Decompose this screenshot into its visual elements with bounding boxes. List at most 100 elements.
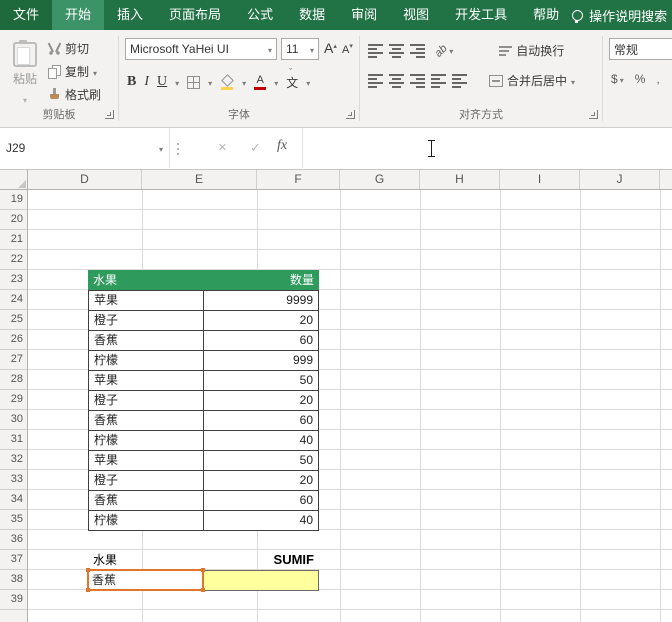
qty-cell[interactable]: 20 [204, 311, 319, 331]
qty-cell[interactable]: 20 [204, 471, 319, 491]
row-header-32[interactable]: 32 [0, 450, 27, 470]
qty-cell[interactable]: 9999 [204, 291, 319, 311]
row-header-25[interactable]: 25 [0, 310, 27, 330]
criteria-label-cell[interactable]: 水果 [88, 550, 203, 570]
align-top-icon[interactable] [368, 44, 383, 58]
font-name-combo[interactable]: Microsoft YaHei UI [125, 38, 277, 60]
criteria-value-cell[interactable]: 香蕉 [87, 569, 204, 591]
sumif-header-cell[interactable]: SUMIF [203, 550, 319, 570]
formula-input[interactable] [302, 128, 672, 168]
row-header-21[interactable]: 21 [0, 230, 27, 250]
align-center-icon[interactable] [389, 74, 404, 88]
row-header-31[interactable]: 31 [0, 430, 27, 450]
row-header-22[interactable]: 22 [0, 250, 27, 270]
phonetic-guide-icon[interactable]: 文 [286, 74, 298, 91]
fruit-cell[interactable]: 香蕉 [89, 491, 204, 511]
row-header-26[interactable]: 26 [0, 330, 27, 350]
fruit-cell[interactable]: 柠檬 [89, 511, 204, 531]
clipboard-dialog-launcher-icon[interactable] [105, 110, 114, 119]
row-header-33[interactable]: 33 [0, 470, 27, 490]
qty-cell[interactable]: 40 [204, 511, 319, 531]
fruit-cell[interactable]: 苹果 [89, 291, 204, 311]
row-header-29[interactable]: 29 [0, 390, 27, 410]
row-header-38[interactable]: 38 [0, 570, 27, 590]
col-header-partial[interactable] [660, 170, 672, 189]
cells-area[interactable]: 水果 数量 苹果9999橙子20香蕉60柠檬999苹果50橙子20香蕉60柠檬4… [28, 190, 672, 622]
fruit-cell[interactable]: 橙子 [89, 471, 204, 491]
orientation-button[interactable]: ab [435, 45, 453, 57]
align-bottom-icon[interactable] [410, 44, 425, 58]
fruit-cell[interactable]: 橙子 [89, 311, 204, 331]
ribbon-tab-开发工具[interactable]: 开发工具 [442, 0, 520, 30]
italic-button[interactable]: I [144, 74, 149, 90]
row-header-19[interactable]: 19 [0, 190, 27, 210]
percent-style-button[interactable]: % [635, 72, 646, 86]
select-all-corner[interactable] [0, 170, 28, 190]
row-header-23[interactable]: 23 [0, 270, 27, 290]
row-header-24[interactable]: 24 [0, 290, 27, 310]
enter-button[interactable]: ✓ [250, 140, 261, 156]
number-format-combo[interactable]: 常规 [609, 38, 672, 60]
cancel-button[interactable]: × [218, 139, 227, 156]
format-painter-button[interactable]: 格式刷 [48, 83, 101, 106]
ribbon-tab-视图[interactable]: 视图 [390, 0, 442, 30]
fruit-cell[interactable]: 香蕉 [89, 331, 204, 351]
ribbon-tab-审阅[interactable]: 审阅 [338, 0, 390, 30]
fruit-cell[interactable]: 柠檬 [89, 351, 204, 371]
qty-header-cell[interactable]: 数量 [204, 270, 320, 290]
sumif-result-cell[interactable] [203, 570, 319, 591]
ribbon-tab-公式[interactable]: 公式 [234, 0, 286, 30]
font-size-combo[interactable]: 11 [281, 38, 319, 60]
qty-cell[interactable]: 20 [204, 391, 319, 411]
insert-function-button[interactable]: fx [277, 138, 287, 154]
row-header-37[interactable]: 37 [0, 550, 27, 570]
name-box[interactable]: J29 [0, 128, 170, 168]
ribbon-tab-开始[interactable]: 开始 [52, 0, 104, 30]
fruit-cell[interactable]: 香蕉 [89, 411, 204, 431]
qty-cell[interactable]: 60 [204, 411, 319, 431]
wrap-text-button[interactable]: 自动换行 [499, 42, 564, 59]
font-dialog-launcher-icon[interactable] [346, 110, 355, 119]
row-header-39[interactable]: 39 [0, 590, 27, 610]
underline-button[interactable]: U [157, 74, 167, 90]
comma-style-button[interactable]: , [656, 72, 659, 86]
ribbon-tab-页面布局[interactable]: 页面布局 [156, 0, 234, 30]
qty-cell[interactable]: 60 [204, 331, 319, 351]
qty-cell[interactable]: 40 [204, 431, 319, 451]
fruit-cell[interactable]: 橙子 [89, 391, 204, 411]
align-right-icon[interactable] [410, 74, 425, 88]
qty-cell[interactable]: 50 [204, 371, 319, 391]
decrease-font-size-button[interactable]: A▾ [342, 44, 353, 56]
row-header-36[interactable]: 36 [0, 530, 27, 550]
fruit-cell[interactable]: 柠檬 [89, 431, 204, 451]
fruit-header-cell[interactable]: 水果 [88, 270, 204, 290]
merge-center-button[interactable]: 合并后居中 [489, 72, 575, 89]
alignment-dialog-launcher-icon[interactable] [589, 110, 598, 119]
ribbon-tab-文件[interactable]: 文件 [0, 0, 52, 30]
ribbon-tab-帮助[interactable]: 帮助 [520, 0, 572, 30]
col-header-F[interactable]: F [257, 170, 340, 189]
col-header-H[interactable]: H [420, 170, 500, 189]
borders-icon[interactable] [187, 76, 200, 89]
row-header-27[interactable]: 27 [0, 350, 27, 370]
col-header-D[interactable]: D [28, 170, 142, 189]
font-color-icon[interactable]: A [254, 74, 266, 90]
ribbon-tab-插入[interactable]: 插入 [104, 0, 156, 30]
align-middle-icon[interactable] [389, 44, 404, 58]
fruit-cell[interactable]: 苹果 [89, 371, 204, 391]
row-header-20[interactable]: 20 [0, 210, 27, 230]
qty-cell[interactable]: 60 [204, 491, 319, 511]
increase-indent-icon[interactable] [452, 74, 467, 88]
formula-bar-handle[interactable] [172, 128, 184, 169]
row-header-35[interactable]: 35 [0, 510, 27, 530]
qty-cell[interactable]: 50 [204, 451, 319, 471]
qty-cell[interactable]: 999 [204, 351, 319, 371]
align-left-icon[interactable] [368, 74, 383, 88]
row-header-30[interactable]: 30 [0, 410, 27, 430]
decrease-indent-icon[interactable] [431, 74, 446, 88]
fill-color-icon[interactable] [220, 75, 234, 90]
cut-button[interactable]: 剪切 [48, 37, 101, 60]
row-header-34[interactable]: 34 [0, 490, 27, 510]
col-header-I[interactable]: I [500, 170, 580, 189]
paste-button[interactable]: 粘贴 [4, 36, 46, 108]
